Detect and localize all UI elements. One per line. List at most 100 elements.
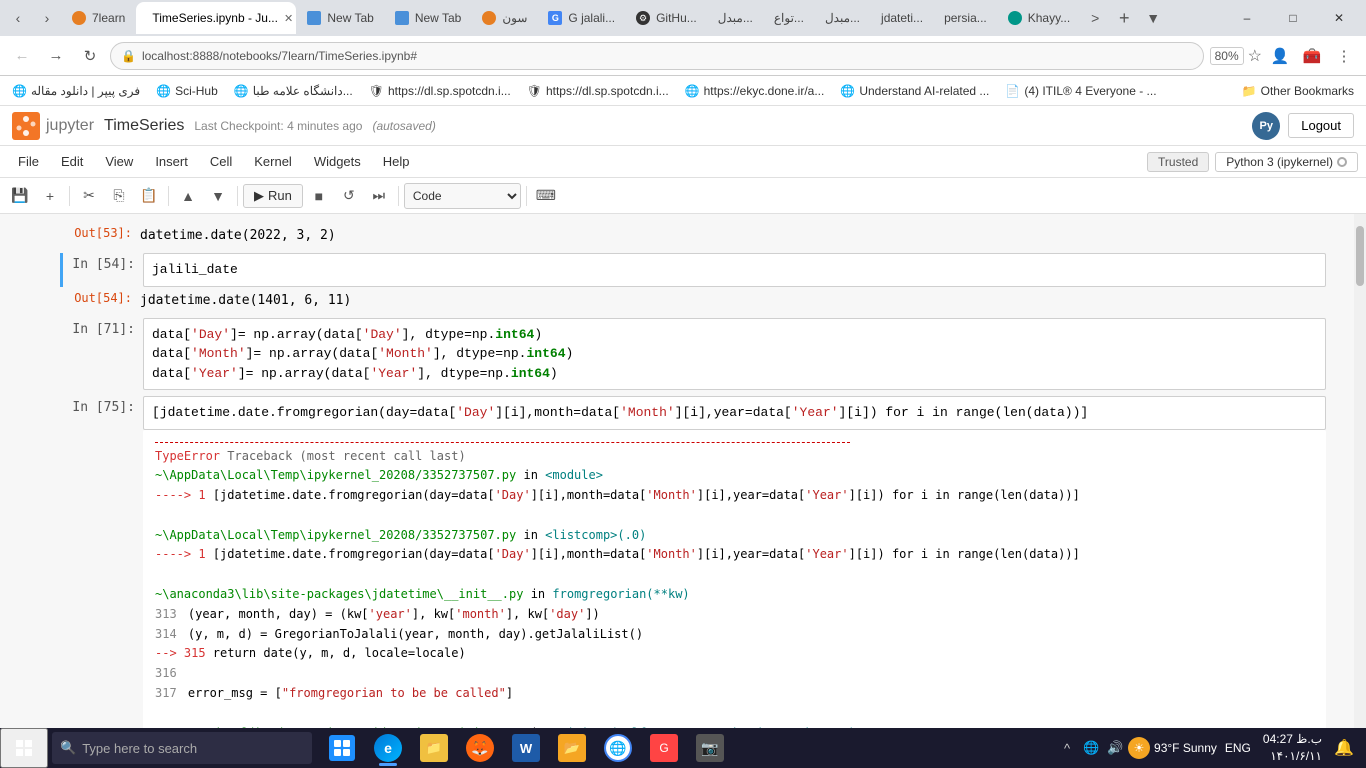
menu-insert[interactable]: Insert (145, 150, 198, 173)
bookmark-spotcdn1[interactable]: 🛡 https://dl.sp.spotcdn.i... (365, 82, 515, 100)
taskbar-app-8[interactable]: G (642, 728, 686, 768)
logout-btn[interactable]: Logout (1288, 113, 1354, 138)
keyboard-shortcuts-btn[interactable]: ⌨ (532, 182, 560, 210)
run-btn[interactable]: ▶ Run (243, 184, 303, 208)
trusted-badge[interactable]: Trusted (1147, 152, 1209, 172)
tab-newtab1[interactable]: New Tab (297, 2, 383, 34)
notification-btn[interactable]: 🔔 (1330, 734, 1358, 762)
scrollbar-thumb[interactable] (1356, 226, 1364, 286)
save-btn[interactable]: 💾 (6, 182, 34, 210)
paste-cell-btn[interactable]: 📋 (135, 182, 163, 210)
user-profile-btn[interactable]: 👤 (1266, 42, 1294, 70)
back-btn[interactable]: ← (8, 42, 36, 70)
error-line-path1: ~\AppData\Local\Temp\ipykernel_20208/335… (155, 466, 1314, 486)
clock-display[interactable]: 04:27 ب.ظ ۱۴۰۱/۶/۱۱ (1259, 731, 1326, 765)
tab-jdatetime[interactable]: jdateti... (871, 2, 933, 34)
restart-run-btn[interactable]: ⏭ (365, 182, 393, 210)
tab-close-timeseries[interactable]: ✕ (284, 10, 293, 26)
cell-75-code[interactable]: [jdatetime.date.fromgregorian(day=data['… (143, 396, 1326, 430)
tab-back-btn[interactable]: ‹ (4, 4, 32, 32)
taskbar-app-explorer[interactable]: 📁 (412, 728, 456, 768)
new-tab-btn[interactable]: + (1110, 4, 1138, 32)
taskbar-app-9[interactable]: 📷 (688, 728, 732, 768)
tab-timeseries[interactable]: TimeSeries.ipynb - Ju... ✕ (136, 2, 296, 34)
browser-menu-btn[interactable]: ⋮ (1330, 42, 1358, 70)
cell-type-select[interactable]: CodeMarkdownRaw NBConvertHeading (404, 183, 521, 209)
tray-network-icon[interactable]: 🌐 (1082, 739, 1100, 757)
tab-mabdal1[interactable]: مبدل... (708, 2, 763, 34)
menu-widgets[interactable]: Widgets (304, 150, 371, 173)
cell-71[interactable]: In [71]: data['Day']= np.array(data['Day… (60, 318, 1326, 391)
menu-help[interactable]: Help (373, 150, 420, 173)
taskbar-app-edge[interactable]: e (366, 728, 410, 768)
tab-tava[interactable]: تواع... (764, 2, 814, 34)
tab-7learn[interactable]: 7learn (62, 2, 135, 34)
taskbar-app-firefox[interactable]: 🦊 (458, 728, 502, 768)
menu-file[interactable]: File (8, 150, 49, 173)
bookmark-scihub[interactable]: 🌐 Sci-Hub (152, 82, 222, 100)
tray-overflow-icon[interactable]: ^ (1058, 739, 1076, 757)
tab-forward-btn[interactable]: › (33, 4, 61, 32)
menu-kernel[interactable]: Kernel (244, 150, 302, 173)
tab-github[interactable]: ⚙ GitHu... (626, 2, 707, 34)
bookmark-ekyc[interactable]: 🌐 https://ekyc.done.ir/a... (681, 82, 829, 100)
menu-edit[interactable]: Edit (51, 150, 93, 173)
bookmark-itil[interactable]: 📄 (4) ITIL® 4 Everyone - ... (1001, 82, 1160, 100)
taskbar-app-files[interactable]: 📂 (550, 728, 594, 768)
reload-btn[interactable]: ↻ (76, 42, 104, 70)
tab-mabdal2[interactable]: مبدل... (815, 2, 870, 34)
cell-75-out-prompt (63, 430, 143, 434)
tab-savn[interactable]: سون (472, 2, 537, 34)
tab-persia[interactable]: persia... (934, 2, 997, 34)
notebook-scrollbar[interactable] (1354, 214, 1366, 738)
copy-cell-btn[interactable]: ⎘ (105, 182, 133, 210)
language-badge[interactable]: ENG (1221, 739, 1255, 757)
notebook-content[interactable]: Out[53]: datetime.date(2022, 3, 2) In [5… (0, 214, 1366, 738)
cut-cell-btn[interactable]: ✂ (75, 182, 103, 210)
taskbar-search-box[interactable]: 🔍 Type here to search (52, 732, 312, 764)
zoom-badge[interactable]: 80% (1210, 47, 1244, 65)
tab-khayy[interactable]: Khayy... (998, 2, 1080, 34)
weather-widget[interactable]: ☀ 93°F Sunny (1128, 737, 1217, 759)
menu-cell[interactable]: Cell (200, 150, 242, 173)
win-maximize-btn[interactable]: □ (1270, 0, 1316, 36)
tray-volume-icon[interactable]: 🔊 (1106, 739, 1124, 757)
start-btn[interactable] (0, 728, 48, 768)
error-separator (155, 442, 850, 443)
taskbar-app-taskview[interactable] (320, 728, 364, 768)
taskbar-app-chrome[interactable]: 🌐 (596, 728, 640, 768)
cell-54[interactable]: In [54]: jalili_date (60, 253, 1326, 287)
bookmark-ai[interactable]: 🌐 Understand AI-related ... (836, 82, 993, 100)
tabs-overflow-btn[interactable]: > (1081, 4, 1109, 32)
kernel-name: Python 3 (ipykernel) (1226, 155, 1333, 169)
menu-view[interactable]: View (95, 150, 143, 173)
bookmark-other[interactable]: 📁 Other Bookmarks (1238, 82, 1358, 100)
tab-newtab2[interactable]: New Tab (385, 2, 471, 34)
cell-75[interactable]: In [75]: [jdatetime.date.fromgregorian(d… (60, 396, 1326, 738)
interrupt-btn[interactable]: ■ (305, 182, 333, 210)
add-cell-btn[interactable]: + (36, 182, 64, 210)
error-line-arrow2: ----> 1 [jdatetime.date.fromgregorian(da… (155, 545, 1314, 565)
forward-btn[interactable]: → (42, 42, 70, 70)
tab-jalali[interactable]: G G jalali... (538, 2, 625, 34)
cell-71-code[interactable]: data['Day']= np.array(data['Day'], dtype… (143, 318, 1326, 391)
bookmark-3[interactable]: 🌐 دانشگاه علامه طبا... (230, 82, 357, 100)
bookmark-1-label: فری پیپر | دانلود مقاله (31, 84, 140, 98)
error-line-314: 314 (y, m, d) = GregorianToJalali(year, … (155, 625, 1314, 645)
url-bar[interactable]: 🔒 localhost:8888/notebooks/7learn/TimeSe… (110, 42, 1204, 70)
cell-54-code[interactable]: jalili_date (143, 253, 1326, 287)
move-up-btn[interactable]: ▲ (174, 182, 202, 210)
win-close-btn[interactable]: ✕ (1316, 0, 1362, 36)
clock-date: ۱۴۰۱/۶/۱۱ (1263, 748, 1322, 765)
bookmark-spotcdn2[interactable]: 🛡 https://dl.sp.spotcdn.i... (523, 82, 673, 100)
restart-btn[interactable]: ↺ (335, 182, 363, 210)
bookmark-star-btn[interactable]: ☆ (1248, 46, 1262, 66)
taskbar-app-word[interactable]: W (504, 728, 548, 768)
extensions-btn[interactable]: 🧰 (1298, 42, 1326, 70)
move-down-btn[interactable]: ▼ (204, 182, 232, 210)
bookmark-1[interactable]: 🌐 فری پیپر | دانلود مقاله (8, 82, 144, 100)
tabs-list-btn[interactable]: ▼ (1139, 4, 1167, 32)
notebook-title[interactable]: TimeSeries (104, 117, 184, 135)
tab-label-mabdal2: مبدل... (825, 11, 860, 25)
win-minimize-btn[interactable]: – (1224, 0, 1270, 36)
